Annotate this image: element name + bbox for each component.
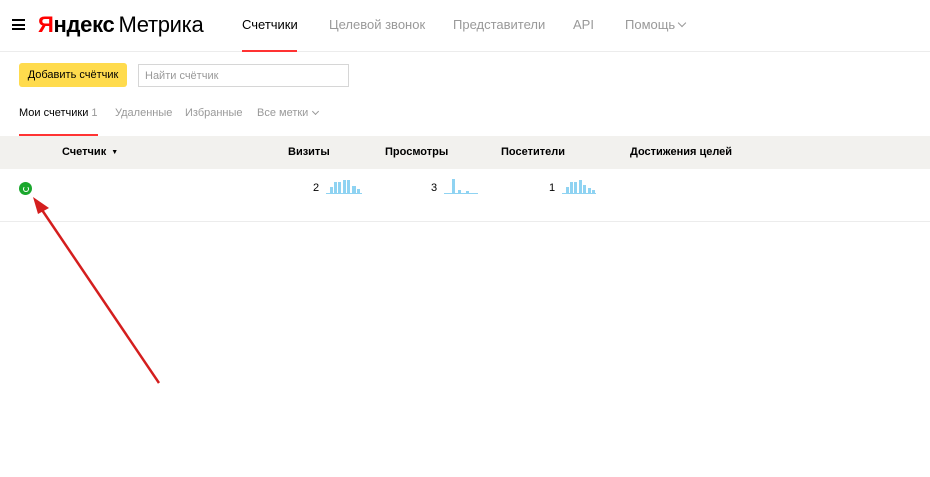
annotation-arrow-icon <box>33 197 161 384</box>
